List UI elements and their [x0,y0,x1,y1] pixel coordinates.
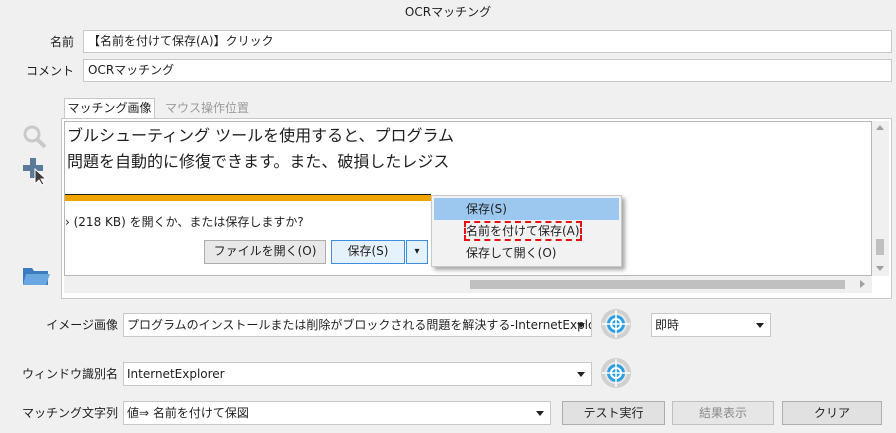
image-select[interactable]: プログラムのインストールまたは削除がブロックされる問題を解決する-Interne… [123,313,592,337]
chevron-down-icon [577,372,585,377]
magnifier-icon[interactable] [22,124,48,150]
save-context-menu: 保存(S) 名前を付けて保存(A) 保存して開く(O) [431,195,622,267]
chevron-down-icon [536,411,544,416]
tab-matching-image-label: マッチング画像 [67,101,152,115]
comment-field[interactable]: OCRマッチング [83,59,892,82]
horizontal-scrollbar[interactable] [64,276,872,293]
add-cursor-icon[interactable] [22,156,52,186]
image-label: イメージ画像 [46,318,118,332]
menu-item-save-as-label: 名前を付けて保存(A) [464,221,582,241]
window-id-label: ウィンドウ識別名 [21,367,118,381]
target-icon[interactable] [600,308,632,340]
timing-select-value: 即時 [655,318,680,332]
progress-accent-bar [65,195,431,201]
vertical-scroll-thumb[interactable] [876,239,884,255]
comment-label: コメント [25,64,74,78]
window-id-select-value: InternetExplorer [127,367,225,381]
open-file-button[interactable]: ファイルを開く(O) [204,240,326,264]
horizontal-scroll-thumb[interactable] [470,280,845,289]
save-button[interactable]: 保存(S) [331,240,405,264]
tab-mouse-position[interactable]: マウス操作位置 [162,99,252,117]
match-string-label: マッチング文字列 [21,406,118,420]
scroll-right-arrow-icon[interactable] [860,280,865,288]
save-split-arrow[interactable]: ▾ [406,240,428,264]
vertical-scrollbar[interactable] [872,121,889,276]
show-result-button[interactable]: 結果表示 [672,401,774,425]
window-id-select[interactable]: InternetExplorer [123,362,592,386]
name-field[interactable]: 【名前を付けて保存(A)】クリック [83,30,892,53]
name-label: 名前 [49,35,74,49]
menu-item-save-and-open[interactable]: 保存して開く(O) [434,242,619,264]
scroll-up-arrow-icon[interactable] [876,125,884,130]
preview-text-line1: ブルシューティング ツールを使用すると、プログラム [67,126,455,145]
match-string-value: 値⇒ 名前を付けて保図 [127,406,249,420]
chevron-down-icon [756,323,764,328]
chevron-down-icon [577,323,585,328]
tab-matching-image[interactable]: マッチング画像 [64,98,155,118]
folder-icon[interactable] [22,264,50,286]
timing-select[interactable]: 即時 [651,313,771,337]
image-select-value: プログラムのインストールまたは削除がブロックされる問題を解決する-Interne… [127,318,592,332]
divider [65,194,431,195]
scroll-down-arrow-icon[interactable] [876,266,884,271]
target-icon[interactable] [600,357,632,389]
test-run-button[interactable]: テスト実行 [562,401,665,425]
menu-item-save-as[interactable]: 名前を付けて保存(A) [434,220,619,242]
window-title: OCRマッチング [404,5,492,19]
menu-item-save[interactable]: 保存(S) [434,198,619,220]
clear-button[interactable]: クリア [782,401,882,425]
download-prompt: › (218 KB) を開くか、または保存しますか? [65,215,304,229]
preview-text-line2: 問題を自動的に修復できます。また、破損したレジス [67,152,450,171]
match-string-select[interactable]: 値⇒ 名前を付けて保図 [123,401,551,425]
